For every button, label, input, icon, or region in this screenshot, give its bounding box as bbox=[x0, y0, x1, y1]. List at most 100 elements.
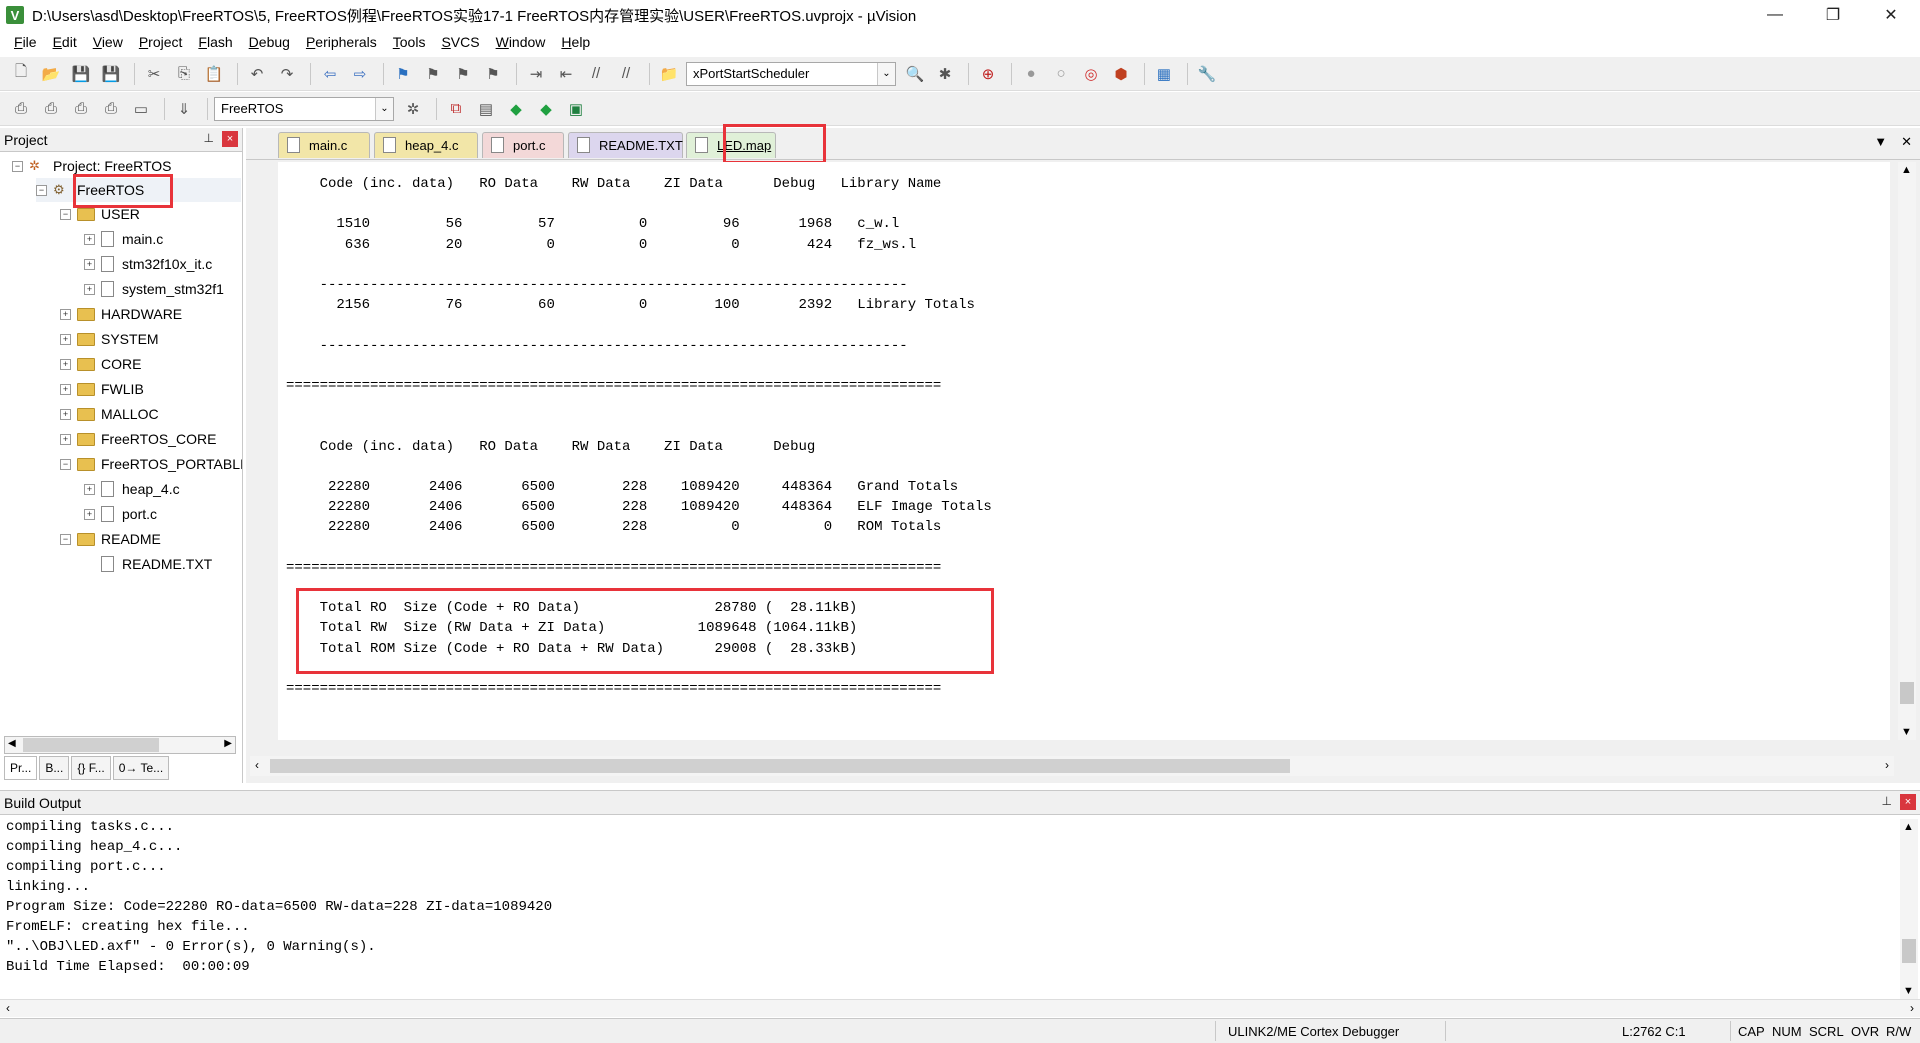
menu-flash[interactable]: Flash bbox=[190, 34, 240, 50]
menu-project[interactable]: Project bbox=[131, 34, 191, 50]
unindent-icon[interactable]: ⇤ bbox=[553, 61, 579, 87]
indent-icon[interactable]: ⇥ bbox=[523, 61, 549, 87]
collapse-icon[interactable]: − bbox=[60, 533, 71, 545]
prev-bookmark-icon[interactable]: ⚑ bbox=[420, 61, 446, 87]
scroll-up-icon[interactable]: ▲ bbox=[1901, 164, 1912, 176]
restore-button[interactable]: ❐ bbox=[1804, 0, 1862, 30]
tab-port-c[interactable]: port.c bbox=[482, 132, 564, 158]
tab-project[interactable]: Pr... bbox=[4, 756, 38, 780]
file-extensions-icon[interactable]: ▤ bbox=[473, 96, 499, 122]
translate-icon[interactable]: ⎙ bbox=[8, 96, 34, 122]
cut-icon[interactable]: ✂ bbox=[141, 61, 167, 87]
tab-heap-4-c[interactable]: heap_4.c bbox=[374, 132, 478, 158]
stop-build-icon[interactable]: ▭ bbox=[128, 96, 154, 122]
close-icon[interactable]: × bbox=[1900, 794, 1916, 810]
expand-icon[interactable]: + bbox=[60, 308, 71, 320]
tab-main-c[interactable]: main.c bbox=[278, 132, 370, 158]
collapse-icon[interactable]: − bbox=[60, 458, 71, 470]
collapse-icon[interactable]: − bbox=[36, 184, 47, 196]
tab-functions[interactable]: {} F... bbox=[71, 756, 111, 780]
pack-installer-icon[interactable]: ◆ bbox=[533, 96, 559, 122]
tree-folder[interactable]: − FreeRTOS_PORTABLI bbox=[60, 452, 242, 476]
tab-templates[interactable]: 0→ Te... bbox=[112, 756, 170, 780]
chevron-down-icon[interactable]: ⌄ bbox=[375, 97, 393, 120]
expand-icon[interactable]: + bbox=[84, 283, 95, 295]
find-in-files-icon[interactable]: 📁 bbox=[656, 61, 682, 87]
find-combo[interactable]: xPortStartScheduler ⌄ bbox=[686, 61, 896, 86]
tree-file[interactable]: + port.c bbox=[84, 502, 157, 526]
collapse-icon[interactable]: − bbox=[12, 160, 23, 172]
paste-icon[interactable]: 📋 bbox=[201, 61, 227, 87]
project-panel-hscrollbar[interactable]: ◀ ▶ bbox=[4, 736, 236, 754]
breakpoint-icon[interactable]: ● bbox=[1018, 61, 1044, 87]
close-icon[interactable]: ✕ bbox=[1901, 134, 1912, 150]
close-icon[interactable]: × bbox=[222, 131, 238, 147]
expand-icon[interactable]: + bbox=[84, 508, 95, 520]
copy-icon[interactable]: ⎘ bbox=[171, 61, 197, 87]
expand-icon[interactable]: + bbox=[60, 408, 71, 420]
tree-folder[interactable]: + FreeRTOS_CORE bbox=[60, 427, 216, 451]
redo-icon[interactable]: ↷ bbox=[274, 61, 300, 87]
kill-all-breakpoints-icon[interactable]: ⬢ bbox=[1108, 61, 1134, 87]
bookmark-icon[interactable]: ⚑ bbox=[390, 61, 416, 87]
menu-svcs[interactable]: SVCS bbox=[433, 34, 487, 50]
tree-file[interactable]: README.TXT bbox=[84, 552, 212, 576]
disable-all-breakpoints-icon[interactable]: ◎ bbox=[1078, 61, 1104, 87]
scroll-left-icon[interactable]: ‹ bbox=[6, 1001, 10, 1015]
scroll-down-icon[interactable]: ▼ bbox=[1901, 726, 1912, 738]
rebuild-icon[interactable]: ⎙ bbox=[68, 96, 94, 122]
tree-folder[interactable]: + CORE bbox=[60, 352, 141, 376]
find-icon[interactable]: 🔍 bbox=[902, 61, 928, 87]
scroll-thumb[interactable] bbox=[23, 738, 159, 752]
tree-file[interactable]: + heap_4.c bbox=[84, 477, 180, 501]
batch-build-icon[interactable]: ⎙ bbox=[98, 96, 124, 122]
tree-folder[interactable]: + HARDWARE bbox=[60, 302, 182, 326]
pin-icon[interactable]: ⊥ bbox=[1882, 794, 1892, 810]
target-options-icon[interactable]: ✲ bbox=[400, 96, 426, 122]
clear-bookmarks-icon[interactable]: ⚑ bbox=[480, 61, 506, 87]
download-icon[interactable]: ⇓ bbox=[171, 96, 197, 122]
tree-folder[interactable]: + MALLOC bbox=[60, 402, 159, 426]
chevron-down-icon[interactable]: ⌄ bbox=[877, 62, 895, 85]
manage-components-icon[interactable]: ⧉ bbox=[443, 96, 469, 122]
build-output-hscrollbar[interactable]: ‹ › bbox=[0, 999, 1920, 1017]
window-layout-icon[interactable]: ▦ bbox=[1151, 61, 1177, 87]
build-output-text[interactable]: compiling tasks.c... compiling heap_4.c..… bbox=[4, 819, 1894, 999]
scroll-thumb[interactable] bbox=[1900, 682, 1914, 704]
save-icon[interactable]: 💾 bbox=[68, 61, 94, 87]
menu-window[interactable]: Window bbox=[488, 34, 554, 50]
expand-icon[interactable]: + bbox=[60, 358, 71, 370]
scroll-left-icon[interactable]: ◀ bbox=[8, 738, 16, 749]
scroll-right-icon[interactable]: › bbox=[1885, 758, 1889, 772]
expand-icon[interactable]: + bbox=[60, 383, 71, 395]
tab-books[interactable]: B... bbox=[39, 756, 70, 780]
close-window-button[interactable]: ✕ bbox=[1862, 0, 1920, 30]
tree-file[interactable]: + stm32f10x_it.c bbox=[84, 252, 212, 276]
scroll-right-icon[interactable]: ▶ bbox=[224, 738, 232, 749]
tab-readme-txt[interactable]: README.TXT bbox=[568, 132, 683, 158]
chevron-down-icon[interactable]: ▼ bbox=[1874, 134, 1887, 150]
save-all-icon[interactable]: 💾 bbox=[98, 61, 124, 87]
debug-session-icon[interactable]: ⊕ bbox=[975, 61, 1001, 87]
tree-file[interactable]: + main.c bbox=[84, 227, 163, 251]
tree-folder[interactable]: − README bbox=[60, 527, 161, 551]
build-icon[interactable]: ⎙ bbox=[38, 96, 64, 122]
next-bookmark-icon[interactable]: ⚑ bbox=[450, 61, 476, 87]
minimize-button[interactable]: — bbox=[1746, 0, 1804, 30]
scroll-up-icon[interactable]: ▲ bbox=[1903, 821, 1914, 833]
menu-view[interactable]: View bbox=[85, 34, 131, 50]
select-software-packs-icon[interactable]: ▣ bbox=[563, 96, 589, 122]
menu-help[interactable]: Help bbox=[553, 34, 598, 50]
expand-icon[interactable]: + bbox=[84, 258, 95, 270]
expand-icon[interactable]: + bbox=[60, 433, 71, 445]
navigate-back-icon[interactable]: ⇦ bbox=[317, 61, 343, 87]
expand-icon[interactable]: + bbox=[60, 333, 71, 345]
target-combo[interactable]: FreeRTOS ⌄ bbox=[214, 96, 394, 121]
scroll-right-icon[interactable]: › bbox=[1910, 1001, 1914, 1015]
navigate-forward-icon[interactable]: ⇨ bbox=[347, 61, 373, 87]
manage-run-time-icon[interactable]: ◆ bbox=[503, 96, 529, 122]
menu-peripherals[interactable]: Peripherals bbox=[298, 34, 385, 50]
configure-icon[interactable]: 🔧 bbox=[1194, 61, 1220, 87]
menu-file[interactable]: File bbox=[6, 34, 45, 50]
expand-icon[interactable]: + bbox=[84, 483, 95, 495]
